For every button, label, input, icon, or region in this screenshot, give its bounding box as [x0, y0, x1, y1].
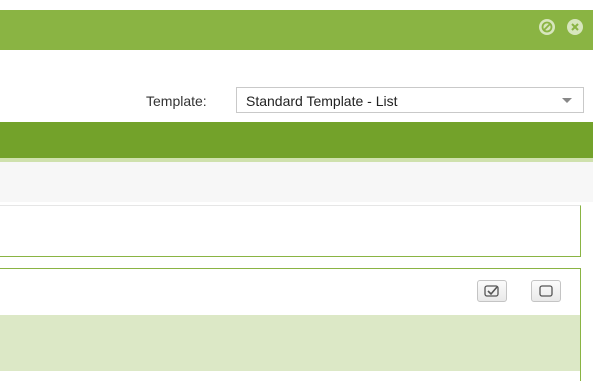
circle-minus-icon	[539, 19, 555, 35]
minimize-button[interactable]	[539, 19, 555, 35]
page: Template: Standard Template - List	[0, 0, 593, 381]
chevron-down-icon	[562, 98, 572, 103]
window-titlebar	[0, 10, 593, 50]
circle-x-icon	[567, 19, 583, 35]
uncheck-all-button[interactable]	[531, 280, 561, 302]
close-button[interactable]	[567, 19, 583, 35]
separator-strip	[0, 162, 593, 202]
template-select[interactable]: Standard Template - List	[236, 87, 584, 113]
content-panel	[0, 205, 581, 257]
section-header-band	[0, 122, 593, 158]
checked-box-icon	[484, 285, 500, 297]
template-label: Template:	[146, 93, 207, 109]
check-all-button[interactable]	[477, 280, 507, 302]
list-panel-body	[0, 315, 580, 371]
empty-box-icon	[539, 285, 553, 297]
template-select-value: Standard Template - List	[246, 93, 398, 109]
